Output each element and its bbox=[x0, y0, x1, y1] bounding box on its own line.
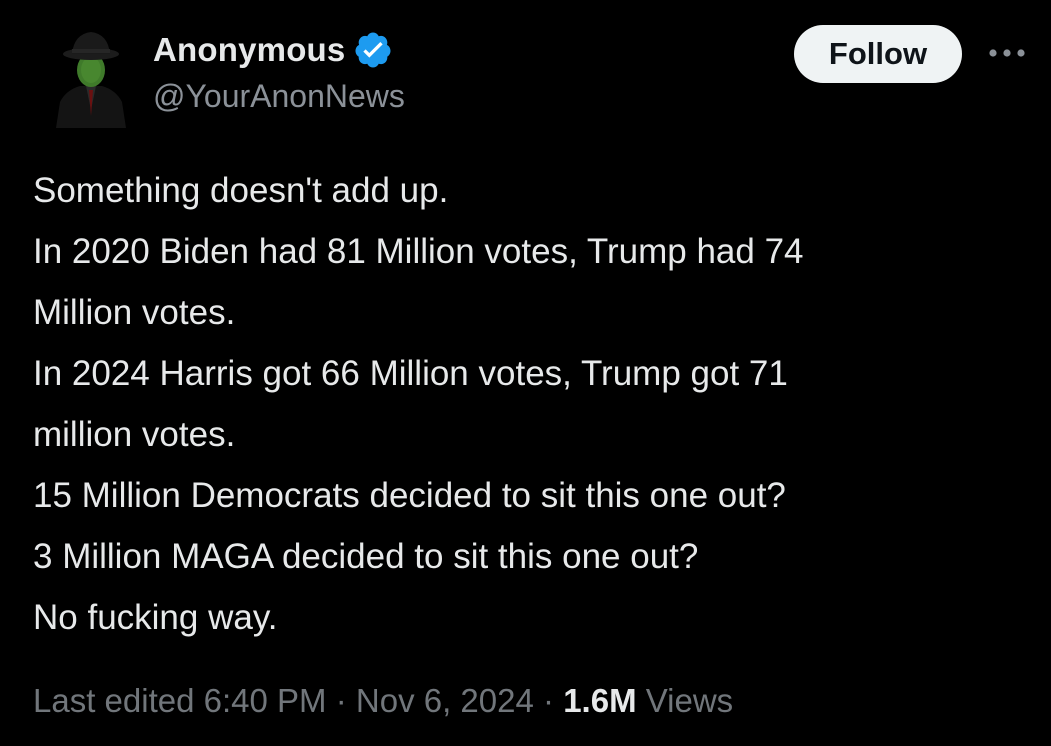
tweet-line: 15 Million Democrats decided to sit this… bbox=[33, 476, 786, 515]
tweet-line: 3 Million MAGA decided to sit this one o… bbox=[33, 537, 699, 576]
tweet-time[interactable]: 6:40 PM bbox=[204, 682, 327, 719]
display-name-row: Anonymous bbox=[153, 28, 405, 72]
anonymous-suit-avatar-icon bbox=[56, 32, 126, 128]
avatar[interactable] bbox=[50, 20, 132, 128]
edited-label[interactable]: Last edited bbox=[33, 682, 194, 719]
tweet-card: Anonymous @YourAnonNews Follow Something… bbox=[0, 0, 1051, 746]
meta-separator: · bbox=[335, 682, 347, 719]
tweet-line: Something doesn't add up. bbox=[33, 171, 449, 210]
meta-separator: · bbox=[543, 682, 555, 719]
more-options-icon[interactable] bbox=[985, 38, 1029, 68]
tweet-date[interactable]: Nov 6, 2024 bbox=[356, 682, 534, 719]
tweet-meta: Last edited 6:40 PM · Nov 6, 2024 · 1.6M… bbox=[33, 682, 733, 720]
tweet-line: In 2020 Biden had 81 Million votes, Trum… bbox=[33, 232, 804, 271]
author-identity: Anonymous @YourAnonNews bbox=[153, 28, 405, 115]
tweet-line: In 2024 Harris got 66 Million votes, Tru… bbox=[33, 354, 788, 393]
tweet-line: Million votes. bbox=[33, 293, 236, 332]
author-handle[interactable]: @YourAnonNews bbox=[153, 78, 405, 115]
verified-badge-icon[interactable] bbox=[353, 30, 393, 70]
tweet-line: No fucking way. bbox=[33, 598, 278, 637]
views-label: Views bbox=[645, 682, 734, 719]
tweet-text: Something doesn't add up. In 2020 Biden … bbox=[33, 160, 1023, 648]
follow-button[interactable]: Follow bbox=[794, 25, 962, 83]
views-count[interactable]: 1.6M bbox=[563, 682, 636, 719]
tweet-line: million votes. bbox=[33, 415, 236, 454]
display-name[interactable]: Anonymous bbox=[153, 31, 345, 69]
